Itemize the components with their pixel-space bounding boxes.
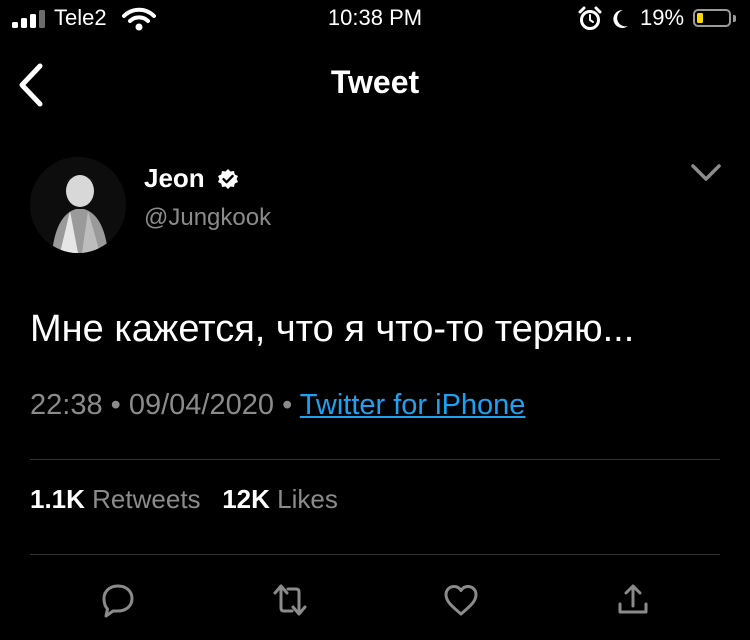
battery-cap — [733, 15, 736, 22]
dot-separator: • — [282, 389, 300, 421]
retweets-stat[interactable]: 1.1K Retweets — [30, 484, 201, 514]
tweet-date: 09/04/2020 — [128, 389, 275, 421]
author-handle[interactable]: @Jungkook — [144, 204, 271, 232]
likes-count: 12K — [222, 484, 270, 514]
chevron-down-icon[interactable] — [690, 162, 722, 184]
alarm-icon — [578, 6, 602, 30]
divider — [30, 554, 720, 555]
battery-percent: 19% — [640, 5, 685, 30]
like-icon[interactable] — [441, 580, 481, 620]
likes-stat[interactable]: 12K Likes — [222, 484, 338, 514]
divider — [30, 459, 720, 460]
retweets-count: 1.1K — [30, 484, 85, 514]
tweet-time: 22:38 — [30, 389, 103, 421]
tweet-text: Мне кажется, что я что-то теряю... — [30, 308, 635, 350]
likes-label: Likes — [277, 484, 338, 514]
retweets-label: Retweets — [92, 484, 201, 514]
moon-icon — [613, 9, 628, 28]
status-bar: Tele2 10:38 PM 19% — [0, 0, 750, 40]
verified-badge-icon — [218, 169, 238, 189]
retweet-icon[interactable] — [270, 580, 310, 620]
tweet-stats: 1.1K Retweets 12K Likes — [30, 484, 338, 515]
battery-icon — [693, 9, 731, 27]
reply-icon[interactable] — [98, 580, 138, 620]
share-icon[interactable] — [613, 580, 653, 620]
avatar[interactable] — [30, 157, 126, 253]
tweet-source-link[interactable]: Twitter for iPhone — [300, 389, 526, 421]
page-title: Tweet — [330, 64, 420, 100]
battery-fill — [697, 13, 703, 23]
dot-separator: • — [110, 389, 129, 421]
status-time: 10:38 PM — [327, 5, 423, 30]
tweet-meta: 22:38 • 09/04/2020 • Twitter for iPhone — [30, 389, 525, 422]
author-name[interactable]: Jeon — [144, 163, 205, 194]
